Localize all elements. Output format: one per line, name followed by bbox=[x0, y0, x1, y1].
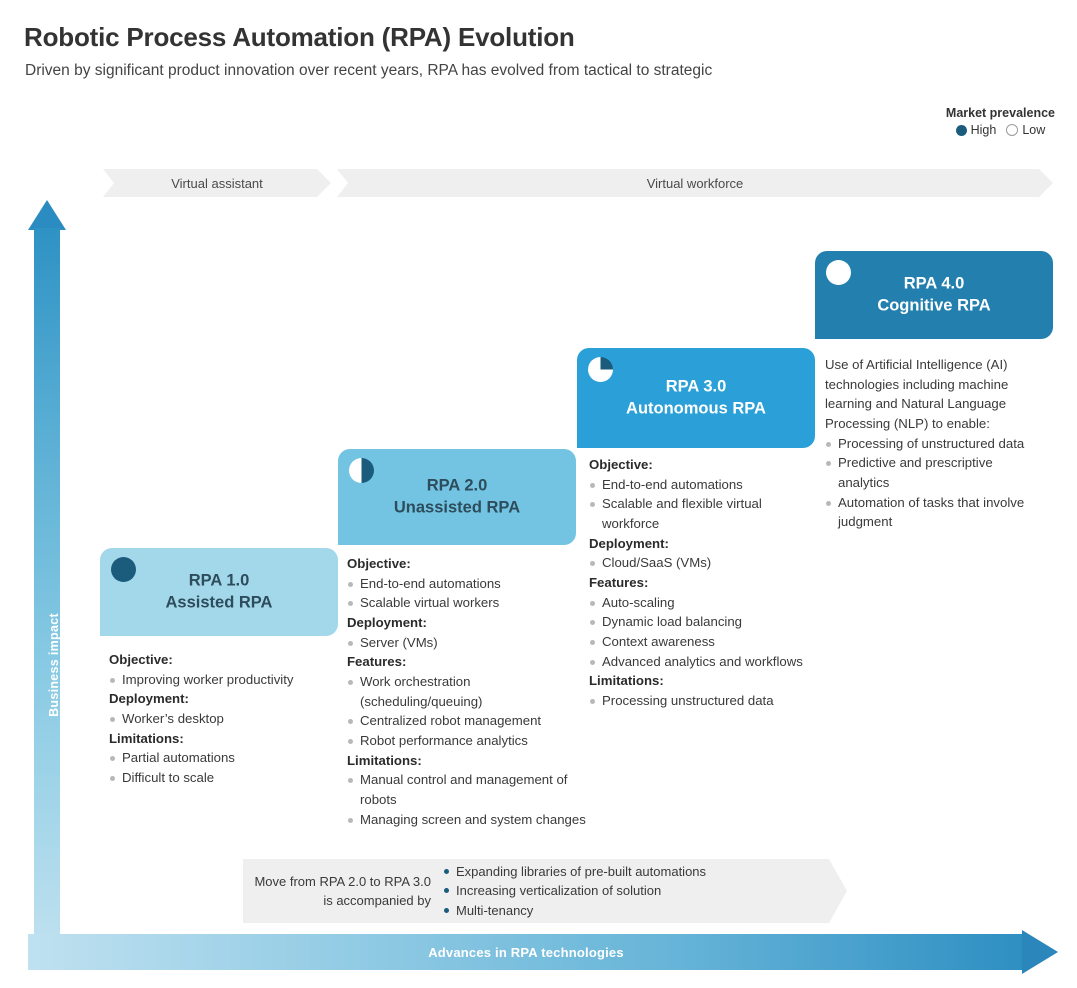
card-version-rpa-3: RPA 3.0 bbox=[665, 377, 727, 396]
callout-lead: Move from RPA 2.0 to RPA 3.0 is accompan… bbox=[254, 873, 431, 908]
section-list: Server (VMs) bbox=[347, 633, 592, 653]
section-heading: Objective: bbox=[109, 652, 173, 667]
list-item: Automation of tasks that involve judgmen… bbox=[825, 493, 1037, 532]
card-name-rpa-1: Assisted RPA bbox=[165, 594, 273, 612]
section-list: Manual control and management of robots … bbox=[347, 770, 592, 829]
y-axis: Business impact bbox=[28, 200, 66, 940]
card-title-rpa-1: RPA 1.0 Assisted RPA bbox=[100, 570, 338, 615]
list-item: Server (VMs) bbox=[347, 633, 592, 653]
card-body-rpa-4: Use of Artificial Intelligence (AI) tech… bbox=[825, 355, 1037, 532]
section-list: Cloud/SaaS (VMs) bbox=[589, 553, 804, 573]
y-axis-shaft: Business impact bbox=[34, 228, 61, 940]
card-body-rpa-2: Objective: End-to-end automations Scalab… bbox=[347, 554, 592, 829]
section-heading: Limitations: bbox=[347, 752, 422, 768]
section-heading: Features: bbox=[589, 575, 649, 591]
card-name-rpa-2: Unassisted RPA bbox=[393, 499, 521, 517]
list-item: Robot performance analytics bbox=[347, 731, 592, 751]
section-heading: Objective: bbox=[347, 556, 411, 571]
legend-low-label: Low bbox=[1022, 123, 1046, 137]
band-virtual-assistant: Virtual assistant bbox=[103, 169, 331, 197]
list-item: Scalable virtual workers bbox=[347, 593, 592, 613]
list-item: Difficult to scale bbox=[109, 768, 361, 788]
section-list: Partial automations Difficult to scale bbox=[109, 748, 361, 787]
list-item: Managing screen and system changes bbox=[347, 810, 592, 830]
empty-circle-icon bbox=[1006, 124, 1019, 136]
section-heading: Limitations: bbox=[589, 673, 664, 689]
callout-items: Expanding libraries of pre-built automat… bbox=[443, 862, 706, 921]
section-list: Worker’s desktop bbox=[109, 709, 361, 729]
x-axis-label: Advances in RPA technologies bbox=[428, 944, 624, 960]
list-item: Centralized robot management bbox=[347, 711, 592, 731]
list-item: Cloud/SaaS (VMs) bbox=[589, 553, 804, 573]
list-item: Worker’s desktop bbox=[109, 709, 361, 729]
card-body-rpa-1: Objective: Improving worker productivity… bbox=[109, 650, 361, 788]
y-axis-label: Business impact bbox=[47, 613, 61, 717]
card-title-rpa-4: RPA 4.0 Cognitive RPA bbox=[815, 273, 1053, 318]
list-item: Processing of unstructured data bbox=[825, 434, 1037, 454]
section-list: Work orchestration (scheduling/queuing) … bbox=[347, 672, 592, 751]
card-header-rpa-3[interactable]: RPA 3.0 Autonomous RPA bbox=[577, 348, 815, 448]
list-item: Partial automations bbox=[109, 748, 361, 768]
list-item: Predictive and prescriptive analytics bbox=[825, 453, 1037, 492]
section-list: Improving worker productivity bbox=[109, 670, 361, 690]
list-item: Context awareness bbox=[589, 632, 804, 652]
section-list: Auto-scaling Dynamic load balancing Cont… bbox=[589, 593, 804, 672]
list-item: Manual control and management of robots bbox=[347, 770, 592, 809]
legend-items: High Low bbox=[946, 123, 1055, 137]
x-axis-arrowhead-icon bbox=[1022, 930, 1058, 974]
list-item: End-to-end automations bbox=[589, 475, 804, 495]
section-heading: Limitations: bbox=[109, 730, 184, 746]
callout-list: Expanding libraries of pre-built automat… bbox=[443, 862, 706, 921]
list-item: End-to-end automations bbox=[347, 574, 592, 594]
card-version-rpa-4: RPA 4.0 bbox=[903, 274, 965, 293]
section-list: End-to-end automations Scalable and flex… bbox=[589, 475, 804, 534]
card-name-rpa-4: Cognitive RPA bbox=[877, 297, 991, 315]
card-header-rpa-1[interactable]: RPA 1.0 Assisted RPA bbox=[100, 548, 338, 636]
section-list: Processing of unstructured data Predicti… bbox=[825, 434, 1037, 532]
card-title-rpa-3: RPA 3.0 Autonomous RPA bbox=[577, 376, 815, 421]
list-item: Dynamic load balancing bbox=[589, 612, 804, 632]
legend-high-label: High bbox=[970, 123, 997, 137]
infographic-canvas: Robotic Process Automation (RPA) Evoluti… bbox=[0, 0, 1077, 988]
section-heading: Features: bbox=[347, 654, 407, 670]
card-header-rpa-2[interactable]: RPA 2.0 Unassisted RPA bbox=[338, 449, 576, 545]
card-intro-rpa-4: Use of Artificial Intelligence (AI) tech… bbox=[825, 357, 1009, 432]
section-list: End-to-end automations Scalable virtual … bbox=[347, 574, 592, 613]
section-heading: Objective: bbox=[589, 457, 653, 472]
legend: Market prevalence High Low bbox=[946, 106, 1055, 137]
section-heading: Deployment: bbox=[109, 691, 189, 707]
list-item: Increasing verticalization of solution bbox=[443, 881, 706, 901]
legend-title: Market prevalence bbox=[945, 106, 1055, 120]
card-version-rpa-2: RPA 2.0 bbox=[426, 476, 488, 495]
list-item: Multi-tenancy bbox=[443, 901, 706, 921]
band-virtual-workforce: Virtual workforce bbox=[337, 169, 1053, 197]
card-name-rpa-3: Autonomous RPA bbox=[626, 400, 766, 418]
page-title: Robotic Process Automation (RPA) Evoluti… bbox=[24, 22, 575, 52]
list-item: Improving worker productivity bbox=[109, 670, 361, 690]
legend-item-high: High bbox=[955, 123, 997, 137]
list-item: Expanding libraries of pre-built automat… bbox=[443, 862, 706, 882]
list-item: Auto-scaling bbox=[589, 593, 804, 613]
x-axis: Advances in RPA technologies bbox=[28, 930, 1058, 974]
y-axis-arrowhead-icon bbox=[28, 200, 66, 230]
card-title-rpa-2: RPA 2.0 Unassisted RPA bbox=[338, 475, 576, 520]
card-version-rpa-1: RPA 1.0 bbox=[188, 571, 250, 590]
list-item: Work orchestration (scheduling/queuing) bbox=[347, 672, 592, 711]
list-item: Advanced analytics and workflows bbox=[589, 652, 804, 672]
legend-item-low: Low bbox=[1006, 123, 1045, 137]
card-header-rpa-4[interactable]: RPA 4.0 Cognitive RPA bbox=[815, 251, 1053, 339]
list-item: Processing unstructured data bbox=[589, 691, 804, 711]
full-circle-icon bbox=[955, 124, 967, 136]
section-heading: Deployment: bbox=[347, 615, 427, 631]
page-subtitle: Driven by significant product innovation… bbox=[25, 62, 713, 79]
card-body-rpa-3: Objective: End-to-end automations Scalab… bbox=[589, 455, 804, 711]
section-list: Processing unstructured data bbox=[589, 691, 804, 711]
list-item: Scalable and flexible virtual workforce bbox=[589, 494, 804, 533]
callout-banner: Move from RPA 2.0 to RPA 3.0 is accompan… bbox=[243, 859, 847, 923]
section-heading: Deployment: bbox=[589, 535, 669, 551]
